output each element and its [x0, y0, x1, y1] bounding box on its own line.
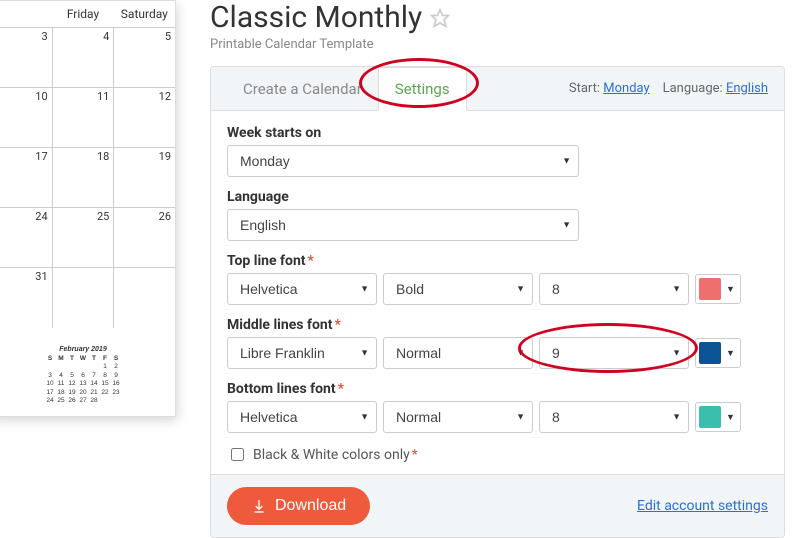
panel-footer: Download Edit account settings: [211, 474, 784, 537]
chevron-down-icon: ▼: [724, 348, 737, 359]
week-starts-label: Week starts on: [227, 125, 768, 141]
settings-body: Week starts on Monday Language English T…: [211, 111, 784, 474]
calendar-cell: 26: [114, 208, 175, 267]
calendar-cell: 3: [0, 28, 53, 87]
calendar-cell: 5: [114, 28, 175, 87]
bot-font-color-picker[interactable]: ▼: [695, 402, 741, 432]
calendar-cell: 4: [53, 28, 115, 87]
calendar-preview: Friday Saturday 3 4 5 10 11 12 17 18 19 …: [0, 0, 190, 417]
page-title: Classic Monthly: [210, 0, 785, 35]
calendar-cell: 19: [114, 148, 175, 207]
edit-account-settings-link[interactable]: Edit account settings: [637, 498, 768, 514]
top-font-size-select[interactable]: 8: [539, 273, 689, 305]
language-label: Language: [227, 189, 768, 205]
bot-font-weight-select[interactable]: Normal: [383, 401, 533, 433]
calendar-cell: 31: [0, 268, 53, 328]
settings-area: Classic Monthly Printable Calendar Templ…: [210, 0, 797, 538]
bot-font-size-select[interactable]: 8: [539, 401, 689, 433]
top-font-color-picker[interactable]: ▼: [695, 274, 741, 304]
favorite-star-icon[interactable]: [430, 8, 450, 28]
top-font-label: Top line font*: [227, 253, 768, 269]
mini-calendar-title: February 2019: [11, 346, 155, 353]
calendar-grid: 3 4 5 10 11 12 17 18 19 24 25 26 31: [0, 28, 175, 328]
calendar-cell: [53, 268, 115, 328]
calendar-cell: 18: [53, 148, 115, 207]
calendar-day-headers: Friday Saturday: [0, 1, 175, 28]
color-swatch-icon: [699, 406, 721, 428]
calendar-sheet: Friday Saturday 3 4 5 10 11 12 17 18 19 …: [0, 0, 176, 417]
bot-font-family-select[interactable]: Helvetica: [227, 401, 377, 433]
download-icon: [251, 498, 267, 514]
language-select[interactable]: English: [227, 209, 579, 241]
mini-calendar-table: SMTWTFS 12 3456789 10111213141516 171819…: [45, 355, 122, 406]
page-title-text: Classic Monthly: [210, 0, 422, 35]
top-font-weight-select[interactable]: Bold: [383, 273, 533, 305]
download-button[interactable]: Download: [227, 487, 370, 525]
day-header: [0, 1, 52, 27]
calendar-cell: 10: [0, 88, 53, 147]
week-starts-select[interactable]: Monday: [227, 145, 579, 177]
day-header: Saturday: [114, 1, 175, 27]
tab-settings[interactable]: Settings: [378, 67, 467, 111]
mid-font-size-select[interactable]: 9: [539, 337, 689, 369]
top-font-family-select[interactable]: Helvetica: [227, 273, 377, 305]
mid-font-label: Middle lines font*: [227, 317, 768, 333]
tab-bar-summary: Start: Monday Language: English: [569, 81, 768, 96]
settings-panel: Create a Calendar Settings Start: Monday…: [210, 66, 785, 538]
tab-create-calendar[interactable]: Create a Calendar: [227, 68, 378, 110]
chevron-down-icon: ▼: [724, 412, 737, 423]
calendar-cell: 11: [53, 88, 115, 147]
bw-only-label: Black & White colors only*: [253, 447, 418, 463]
calendar-cell: 25: [53, 208, 115, 267]
page-subtitle: Printable Calendar Template: [210, 37, 785, 52]
color-swatch-icon: [699, 342, 721, 364]
calendar-cell: 24: [0, 208, 53, 267]
mini-calendar: February 2019 SMTWTFS 12 3456789 1011121…: [0, 340, 175, 416]
mid-font-color-picker[interactable]: ▼: [695, 338, 741, 368]
bot-font-label: Bottom lines font*: [227, 381, 768, 397]
mid-font-weight-select[interactable]: Normal: [383, 337, 533, 369]
language-link[interactable]: English: [726, 81, 768, 96]
day-header: Friday: [52, 1, 113, 27]
mid-font-family-select[interactable]: Libre Franklin: [227, 337, 377, 369]
color-swatch-icon: [699, 278, 721, 300]
calendar-cell: [114, 268, 175, 328]
calendar-cell: 12: [114, 88, 175, 147]
bw-only-checkbox[interactable]: [231, 448, 244, 461]
chevron-down-icon: ▼: [724, 284, 737, 295]
tab-bar: Create a Calendar Settings Start: Monday…: [211, 67, 784, 111]
calendar-cell: 17: [0, 148, 53, 207]
start-day-link[interactable]: Monday: [603, 81, 649, 96]
